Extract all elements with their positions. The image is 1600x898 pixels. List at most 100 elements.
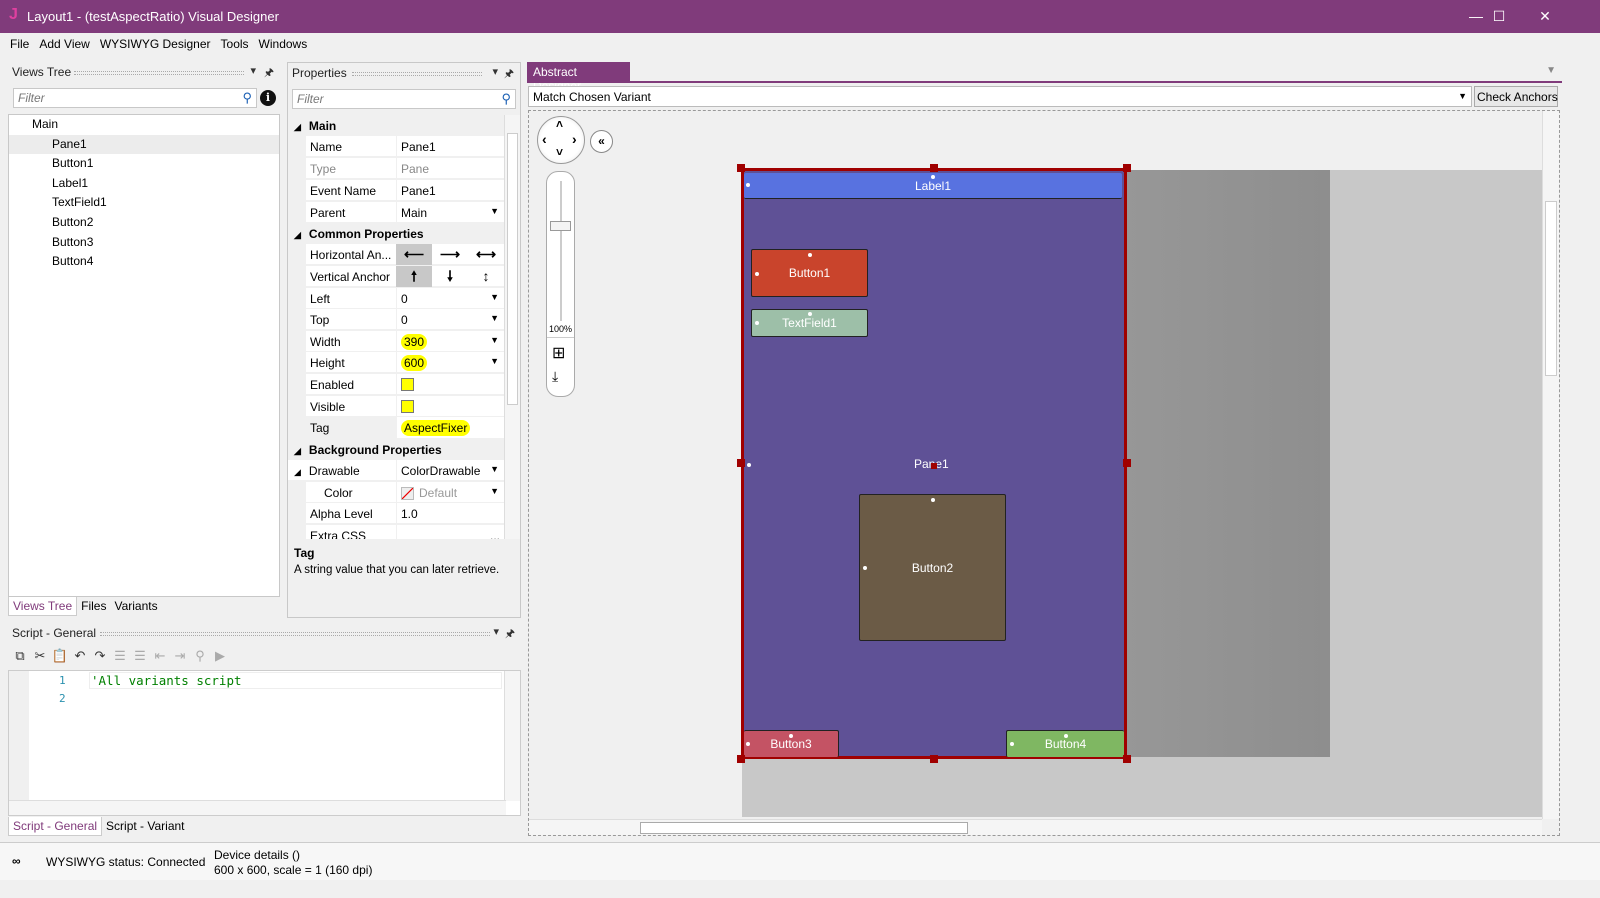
outdent-icon[interactable]: ⇤ bbox=[150, 648, 170, 664]
uncomment-icon[interactable]: ☰ bbox=[130, 648, 150, 664]
tree-item-button1[interactable]: Button1 bbox=[9, 154, 279, 174]
undo-icon[interactable]: ↶ bbox=[70, 648, 90, 664]
enabled-checkbox[interactable] bbox=[401, 378, 414, 392]
prop-left[interactable]: Left 0 ▼ bbox=[306, 288, 504, 309]
tab-script-general[interactable]: Script - General bbox=[8, 817, 103, 836]
category-main[interactable]: ◢ Main bbox=[288, 115, 504, 136]
label1[interactable]: Label1 bbox=[744, 173, 1122, 199]
download-icon[interactable]: ⤓ bbox=[552, 368, 558, 385]
resize-handle[interactable] bbox=[930, 164, 938, 172]
tree-item-button4[interactable]: Button4 bbox=[9, 252, 279, 272]
dropdown-icon[interactable]: ▾ bbox=[492, 65, 498, 78]
info-icon[interactable]: i bbox=[260, 90, 276, 106]
textfield1[interactable]: TextField1 bbox=[751, 309, 868, 337]
find-icon[interactable]: ⚲ bbox=[190, 648, 210, 664]
prop-color[interactable]: Color Default ▼ bbox=[306, 482, 504, 503]
paste-icon[interactable]: 📋 bbox=[50, 648, 70, 664]
check-anchors-button[interactable]: Check Anchors bbox=[1474, 86, 1558, 107]
indent-icon[interactable]: ⇥ bbox=[170, 648, 190, 664]
resize-handle[interactable] bbox=[1123, 459, 1131, 467]
code-line[interactable]: 'All variants script bbox=[89, 672, 502, 689]
properties-filter-input[interactable]: Filter ⚲ bbox=[292, 89, 516, 109]
pan-control[interactable]: ˄ ˅ ‹ › bbox=[537, 116, 585, 164]
fit-to-screen-icon[interactable]: ⊞ bbox=[552, 343, 565, 363]
anchor-both-horizontal-icon[interactable]: ⟷ bbox=[468, 244, 504, 265]
anchor-bottom-icon[interactable]: 🠗 bbox=[432, 266, 468, 287]
pin-icon[interactable]: 🖈 bbox=[505, 625, 515, 644]
tab-files[interactable]: Files bbox=[77, 597, 110, 615]
description-title: Tag bbox=[294, 546, 315, 560]
tree-item-button3[interactable]: Button3 bbox=[9, 233, 279, 253]
prop-width[interactable]: Width 390 ▼ bbox=[306, 331, 504, 352]
tab-script-variant[interactable]: Script - Variant bbox=[102, 817, 188, 835]
resize-handle[interactable] bbox=[737, 164, 745, 172]
search-icon[interactable]: ⚲ bbox=[501, 91, 511, 107]
close-button[interactable]: ✕ bbox=[1522, 4, 1568, 28]
anchor-both-vertical-icon[interactable]: ↕ bbox=[468, 266, 504, 287]
resize-handle[interactable] bbox=[1123, 755, 1131, 763]
tab-variants[interactable]: Variants bbox=[110, 597, 161, 615]
designer-vertical-scrollbar[interactable] bbox=[1542, 111, 1559, 819]
prop-drawable[interactable]: ◢ Drawable ColorDrawable ▼ bbox=[288, 460, 504, 481]
run-icon[interactable]: ▶ bbox=[210, 648, 230, 664]
menu-tools[interactable]: Tools bbox=[216, 33, 254, 55]
prop-height[interactable]: Height 600 ▼ bbox=[306, 352, 504, 373]
menu-wysiwyg-designer[interactable]: WYSIWYG Designer bbox=[95, 33, 216, 55]
properties-header: Properties ▾ 🖈 bbox=[288, 63, 520, 83]
tree-item-main[interactable]: Main bbox=[9, 115, 279, 135]
resize-handle[interactable] bbox=[930, 755, 938, 763]
pin-icon[interactable]: 🖈 bbox=[264, 64, 274, 83]
pin-icon[interactable]: 🖈 bbox=[504, 65, 514, 84]
anchor-left-icon[interactable]: ⟵ bbox=[396, 244, 432, 265]
prop-event-name[interactable]: Event Name Pane1 bbox=[306, 180, 504, 201]
button4[interactable]: Button4 bbox=[1006, 730, 1124, 757]
views-filter-input[interactable]: Filter ⚲ bbox=[13, 88, 257, 108]
resize-handle[interactable] bbox=[1123, 164, 1131, 172]
prop-extra-css[interactable]: Extra CSS... bbox=[306, 525, 504, 539]
search-icon[interactable]: ⚲ bbox=[242, 90, 252, 106]
dropdown-icon[interactable]: ▼ bbox=[1546, 65, 1556, 76]
category-common[interactable]: ◢ Common Properties bbox=[288, 223, 504, 244]
properties-scrollbar[interactable] bbox=[504, 115, 520, 539]
tree-item-button2[interactable]: Button2 bbox=[9, 213, 279, 233]
pane1[interactable]: Pane1 Label1 Button1 TextField1 Button2 … bbox=[741, 168, 1127, 759]
anchor-right-icon[interactable]: ⟶ bbox=[432, 244, 468, 265]
maximize-button[interactable]: ☐ bbox=[1476, 4, 1522, 28]
designer-horizontal-scrollbar[interactable] bbox=[529, 819, 1542, 835]
code-editor[interactable]: 1 2 'All variants script bbox=[8, 670, 521, 816]
prop-alpha-level[interactable]: Alpha Level 1.0 bbox=[306, 503, 504, 524]
prop-top[interactable]: Top 0 ▼ bbox=[306, 309, 504, 330]
tree-item-textfield1[interactable]: TextField1 bbox=[9, 193, 279, 213]
tree-item-pane1[interactable]: Pane1 bbox=[9, 134, 279, 155]
wysiwyg-status: WYSIWYG status: Connected bbox=[46, 855, 206, 869]
tree-item-label1[interactable]: Label1 bbox=[9, 174, 279, 194]
prop-name[interactable]: Name Pane1 bbox=[306, 136, 504, 157]
dropdown-icon[interactable]: ▾ bbox=[493, 625, 499, 638]
comment-icon[interactable]: ☰ bbox=[110, 648, 130, 664]
anchor-top-icon[interactable]: 🠕 bbox=[396, 266, 432, 287]
button1[interactable]: Button1 bbox=[751, 249, 868, 297]
cut-icon[interactable]: ✂ bbox=[30, 648, 50, 664]
menu-windows[interactable]: Windows bbox=[254, 33, 313, 55]
designer-canvas[interactable]: Pane1 Label1 Button1 TextField1 Button2 … bbox=[528, 110, 1560, 836]
prop-tag[interactable]: Tag AspectFixer bbox=[306, 417, 504, 438]
zoom-slider-thumb[interactable] bbox=[550, 221, 571, 231]
resize-handle[interactable] bbox=[737, 755, 745, 763]
tab-views-tree[interactable]: Views Tree bbox=[8, 597, 78, 616]
category-background[interactable]: ◢ Background Properties bbox=[288, 439, 504, 460]
tab-abstract-designer[interactable]: Abstract Designer bbox=[527, 62, 630, 93]
code-vertical-scrollbar[interactable] bbox=[504, 671, 520, 801]
collapse-icon[interactable]: « bbox=[590, 130, 613, 153]
variant-select[interactable]: Match Chosen Variant ▼ bbox=[528, 86, 1472, 107]
code-horizontal-scrollbar[interactable] bbox=[9, 800, 506, 815]
menu-add-view[interactable]: Add View bbox=[34, 33, 94, 55]
dropdown-icon[interactable]: ▾ bbox=[250, 64, 256, 77]
menu-file[interactable]: File bbox=[5, 33, 34, 55]
resize-handle[interactable] bbox=[737, 459, 745, 467]
visible-checkbox[interactable] bbox=[401, 400, 414, 414]
button2[interactable]: Button2 bbox=[859, 494, 1006, 641]
redo-icon[interactable]: ↷ bbox=[90, 648, 110, 664]
prop-parent[interactable]: Parent Main ▼ bbox=[306, 202, 504, 223]
copy-icon[interactable]: ⧉ bbox=[10, 648, 30, 664]
button3[interactable]: Button3 bbox=[744, 730, 839, 757]
